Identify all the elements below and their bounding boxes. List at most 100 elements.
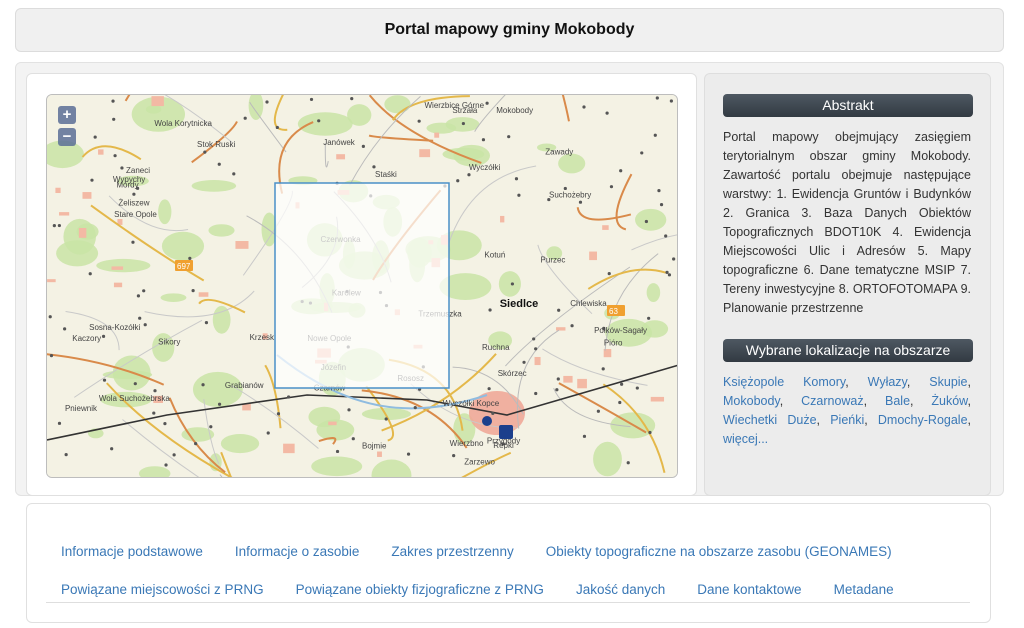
settlement-area	[534, 356, 541, 366]
settlement-area	[563, 375, 573, 383]
village-dot	[481, 138, 486, 142]
settlement-area	[377, 451, 382, 457]
village-dot	[143, 323, 147, 327]
village-dot	[153, 389, 157, 393]
nav-link-data-quality[interactable]: Jakość danych	[576, 582, 665, 597]
village-dot	[514, 177, 519, 181]
locations-heading: Wybrane lokalizacje na obszarze	[723, 339, 973, 362]
village-dot	[648, 430, 652, 435]
nav-link-prng-physiographic[interactable]: Powiązane obiekty fizjograficzne z PRNG	[296, 582, 544, 597]
more-locations-link[interactable]: więcej...	[723, 432, 768, 446]
nav-link-geonames[interactable]: Obiekty topograficzne na obszarze zasobu…	[546, 544, 892, 559]
road-number-text: 697	[177, 262, 191, 271]
forest-patch	[208, 224, 235, 237]
village-dot	[626, 461, 630, 465]
village-dot	[204, 321, 209, 325]
nav-link-prng-places[interactable]: Powiązane miejscowości z PRNG	[61, 582, 264, 597]
village-dot	[287, 395, 291, 399]
nav-link-spatial-extent[interactable]: Zakres przestrzenny	[391, 544, 513, 559]
nav-link-metadata[interactable]: Metadane	[834, 582, 894, 597]
nav-link-resource-info[interactable]: Informacje o zasobie	[235, 544, 360, 559]
place-label: Pniewnik	[65, 404, 98, 413]
place-label: Zawady	[545, 147, 573, 156]
village-dot	[620, 382, 624, 386]
village-dot	[491, 411, 495, 416]
village-dot	[172, 453, 176, 457]
settlement-area	[577, 378, 587, 389]
place-label: Wola Korytnicka	[154, 119, 212, 128]
village-dot	[88, 272, 92, 276]
village-dot	[413, 406, 417, 410]
nav-divider	[46, 602, 970, 603]
village-dot	[467, 173, 471, 177]
village-dot	[52, 224, 56, 228]
place-label: Strzała	[452, 106, 477, 115]
village-dot	[48, 315, 52, 319]
village-dot	[607, 272, 611, 276]
village-dot	[113, 154, 117, 158]
village-dot	[276, 412, 281, 416]
location-link[interactable]: Żuków	[931, 394, 967, 408]
village-dot	[243, 116, 247, 120]
parking-icon	[499, 425, 513, 439]
place-label: Janówek	[323, 138, 356, 147]
location-link[interactable]: Wiechetki Duże	[723, 413, 817, 427]
settlement-area	[113, 282, 123, 288]
village-dot	[102, 378, 107, 382]
map-view[interactable]: Wola KorytnickaZawadyWypychyRuchnaKarole…	[46, 94, 678, 478]
poi-icon	[482, 416, 492, 426]
settlement-area	[151, 96, 164, 107]
village-dot	[640, 151, 644, 155]
nav-link-basic-info[interactable]: Informacje podstawowe	[61, 544, 203, 559]
place-label: Purzec	[541, 255, 566, 264]
village-dot	[609, 185, 614, 189]
village-dot	[90, 178, 94, 182]
village-dot	[138, 316, 142, 320]
settlement-area	[47, 279, 56, 283]
section-nav: Informacje podstawowe Informacje o zasob…	[61, 532, 981, 608]
page-header: Portal mapowy gminy Mokobody	[15, 8, 1004, 52]
nav-row: Informacje podstawowe Informacje o zasob…	[61, 532, 981, 570]
location-link[interactable]: Czarnoważ	[801, 394, 864, 408]
settlement-area	[111, 266, 124, 270]
village-dot	[265, 100, 269, 104]
place-label: Wyczółki Kopce	[443, 399, 500, 408]
village-dot	[618, 400, 622, 405]
topographic-map[interactable]: Wola KorytnickaZawadyWypychyRuchnaKarole…	[47, 95, 678, 478]
village-dot	[194, 442, 198, 446]
village-dot	[350, 96, 354, 101]
village-dot	[532, 337, 536, 341]
settlement-area	[59, 212, 70, 216]
location-link[interactable]: Skupie	[929, 375, 967, 389]
place-label: Zaneci	[126, 166, 150, 175]
forest-patch	[160, 293, 187, 302]
village-dot	[64, 453, 68, 457]
village-dot	[507, 135, 511, 139]
abstract-text: Portal mapowy obejmujący zasięgiem teryt…	[723, 130, 971, 315]
road-number-text: 63	[609, 307, 618, 316]
settlement-area	[82, 192, 92, 199]
village-dot	[49, 354, 54, 358]
location-link[interactable]: Dmochy-Rogale	[878, 413, 968, 427]
forest-patch	[311, 456, 363, 477]
location-link[interactable]: Bale	[885, 394, 910, 408]
location-link[interactable]: Księżopole Komory	[723, 375, 845, 389]
village-dot	[217, 162, 221, 166]
location-link[interactable]: Pieńki	[830, 413, 864, 427]
village-dot	[201, 383, 205, 387]
village-dot	[112, 117, 116, 121]
village-dot	[644, 219, 648, 224]
location-link[interactable]: Wyłazy	[868, 375, 907, 389]
village-dot	[232, 172, 236, 176]
village-dot	[669, 99, 673, 103]
village-dot	[659, 203, 664, 207]
zoom-out-button[interactable]: −	[58, 128, 76, 146]
village-dot	[93, 135, 97, 139]
location-link[interactable]: Mokobody	[723, 394, 780, 408]
settlement-area	[55, 187, 61, 194]
zoom-in-button[interactable]: +	[58, 106, 76, 124]
nav-link-contact[interactable]: Dane kontaktowe	[697, 582, 801, 597]
forest-patch	[593, 441, 622, 477]
place-label: Bojmie	[362, 442, 387, 451]
village-dot	[522, 360, 526, 364]
